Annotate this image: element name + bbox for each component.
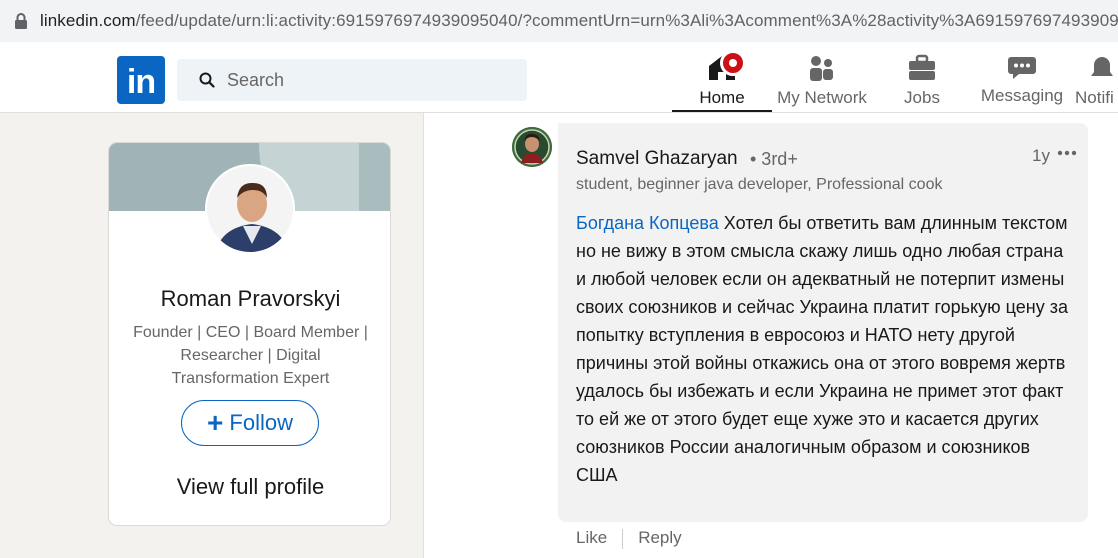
profile-card: Roman Pravorskyi Founder | CEO | Board M… [108, 142, 391, 526]
nav-jobs-label: Jobs [904, 88, 940, 107]
nav-my-network-label: My Network [777, 88, 867, 107]
network-icon [810, 56, 833, 81]
comment-bubble: Samvel Ghazaryan • 3rd+ 1y student, begi… [558, 123, 1088, 522]
browser-address-bar: linkedin.com/feed/update/urn:li:activity… [0, 0, 1118, 46]
comment-author[interactable]: Samvel Ghazaryan [576, 148, 738, 170]
profile-photo [207, 166, 293, 252]
comment-actions: Like Reply [576, 528, 682, 549]
follow-button[interactable]: + Follow [181, 400, 319, 446]
reply-button[interactable]: Reply [638, 528, 681, 548]
url-text: linkedin.com/feed/update/urn:li:activity… [40, 11, 1118, 31]
linkedin-logo[interactable]: in [117, 56, 165, 104]
nav-notifications[interactable]: Notifi [1072, 46, 1118, 113]
search-icon [199, 72, 215, 88]
notification-badge [720, 50, 746, 76]
comment-body: Хотел бы ответить вам длинным текстом но… [576, 213, 1068, 485]
mention-link[interactable]: Богдана Копцева [576, 213, 719, 233]
chat-icon [1008, 57, 1036, 79]
nav-jobs[interactable]: Jobs [872, 46, 972, 113]
bell-icon [1091, 57, 1113, 76]
profile-name[interactable]: Roman Pravorskyi [109, 286, 390, 312]
nav-home-label: Home [699, 88, 745, 107]
nav-my-network[interactable]: My Network [772, 46, 872, 113]
commenter-photo [512, 127, 552, 167]
like-button[interactable]: Like [576, 528, 607, 548]
banner-shape [359, 143, 390, 211]
commenter-avatar[interactable] [512, 127, 552, 167]
briefcase-icon [909, 54, 935, 80]
comment-time: 1y [1032, 146, 1050, 165]
action-divider [622, 528, 624, 549]
nav-messaging-label: Messaging [980, 86, 1064, 105]
connection-degree: • 3rd+ [750, 149, 798, 169]
comment-text: Богдана Копцева Хотел бы ответить вам дл… [576, 209, 1076, 489]
url-field[interactable]: linkedin.com/feed/update/urn:li:activity… [0, 0, 1118, 42]
view-full-profile-link[interactable]: View full profile [109, 474, 390, 500]
url-path: /feed/update/urn:li:activity:69159769749… [135, 11, 1118, 30]
nav-notifications-label: Notifi [1075, 88, 1114, 107]
profile-avatar[interactable] [205, 164, 295, 254]
more-options-icon[interactable] [1056, 143, 1078, 163]
search-input[interactable] [227, 67, 507, 93]
search-box[interactable] [177, 59, 527, 101]
nav-messaging[interactable]: Messaging [972, 46, 1072, 113]
feed-column: Samvel Ghazaryan • 3rd+ 1y student, begi… [423, 113, 1118, 558]
global-nav: in Home My Network Jobs [0, 46, 1118, 113]
lock-icon [15, 13, 27, 29]
plus-icon: + [207, 407, 224, 438]
comment-author-headline: student, beginner java developer, Profes… [576, 176, 943, 193]
url-host: linkedin.com [40, 11, 136, 30]
follow-label: Follow [229, 410, 293, 435]
profile-headline: Founder | CEO | Board Member | Researche… [133, 324, 368, 387]
